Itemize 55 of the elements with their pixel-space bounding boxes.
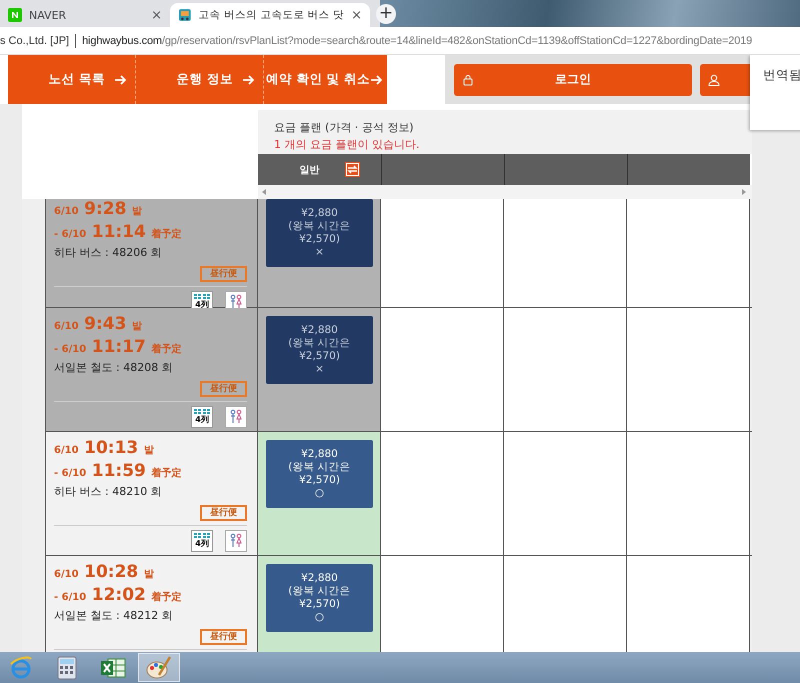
tab-title: NAVER xyxy=(29,8,68,22)
spreadsheet-icon xyxy=(100,656,126,680)
daytime-badge: 昼行便 xyxy=(200,381,247,397)
site-logo-icon xyxy=(8,8,22,22)
arrival-time: - 6/10 12:02 着予定 xyxy=(54,585,182,607)
calculator-icon xyxy=(57,656,77,680)
user-icon xyxy=(708,74,720,86)
operator-text: 히타 버스 : 48206 회 xyxy=(54,245,163,260)
restroom-icon xyxy=(225,530,247,552)
scroll-left-icon[interactable] xyxy=(262,189,267,195)
fare-button[interactable]: ¥2,880 (왕복 시간은 ¥2,570) ○ xyxy=(266,564,373,632)
restroom-icon xyxy=(225,406,247,428)
arrival-time: - 6/10 11:59 着予定 xyxy=(54,461,182,483)
operator-text: 히타 버스 : 48210 회 xyxy=(54,484,163,499)
plan-title: 요금 플랜 (가격 · 공석 정보) xyxy=(274,120,415,135)
new-tab-button[interactable]: + xyxy=(376,4,396,24)
seat-layout-icon: 4列 xyxy=(191,406,213,428)
swap-icon[interactable] xyxy=(344,162,360,177)
arrival-time: - 6/10 11:17 着予定 xyxy=(54,337,182,359)
url-text: highwaybus.com/gp/reservation/rsvPlanList?mode=search&route=14&lineId=482&onStationCd=1139&offStationCd=1227&bordingDate=2019 xyxy=(82,34,752,46)
arrow-icon xyxy=(371,74,383,84)
bus-icon xyxy=(178,8,192,22)
fare-button[interactable]: ¥2,880 (왕복 시간은 ¥2,570) × xyxy=(266,316,373,384)
taskbar-app-button[interactable] xyxy=(138,653,180,682)
nav-link[interactable]: 예약 확인 및 취소 xyxy=(264,55,387,104)
paint-palette-icon xyxy=(146,656,172,680)
seat-layout-icon: 4列 xyxy=(191,530,213,552)
scroll-right-icon[interactable] xyxy=(741,189,746,195)
browser-tab[interactable]: 고속 버스의 고속도로 버스 닷 × xyxy=(170,3,370,27)
departure-time: 6/10 10:28 발 xyxy=(54,562,155,584)
arrival-time: - 6/10 11:14 着予定 xyxy=(54,222,182,244)
login-button[interactable]: 로그인 xyxy=(454,64,692,96)
operator-text: 서일본 철도 : 48212 회 xyxy=(54,608,174,623)
popup-text: 번역됨 xyxy=(763,67,800,82)
fare-button[interactable]: ¥2,880 (왕복 시간은 ¥2,570) ○ xyxy=(266,440,373,508)
address-bar[interactable]: s Co.,Ltd. [JP] highwaybus.com/gp/reservation/rsvPlanList?mode=search&route=14&lineId=482&onStationCd=1139&offStationCd=1227&bordingDate=2019 xyxy=(0,27,800,55)
lock-icon xyxy=(463,74,473,86)
daytime-badge: 昼行便 xyxy=(200,629,247,645)
close-tab-button[interactable]: × xyxy=(151,8,162,22)
plan-count-note: 1 개의 요금 플랜이 있습니다. xyxy=(274,137,420,152)
fare-button[interactable]: ¥2,880 (왕복 시간은 ¥2,570) × xyxy=(266,199,373,267)
daytime-badge: 昼行便 xyxy=(200,505,247,521)
departure-time: 6/10 9:28 발 xyxy=(54,199,143,221)
close-tab-button[interactable]: × xyxy=(351,8,362,22)
departure-time: 6/10 10:13 발 xyxy=(54,438,155,460)
tab-title: 고속 버스의 고속도로 버스 닷 xyxy=(198,8,344,22)
operator-text: 서일본 철도 : 48208 회 xyxy=(54,360,174,375)
departure-time: 6/10 9:43 발 xyxy=(54,314,143,336)
column-title: 일반 xyxy=(300,164,320,176)
arrow-icon xyxy=(115,74,127,84)
browser-icon xyxy=(9,656,33,680)
arrow-icon xyxy=(243,74,255,84)
horizontal-scrollbar[interactable] xyxy=(258,185,752,199)
daytime-badge: 昼行便 xyxy=(200,266,247,282)
site-identity: s Co.,Ltd. [JP] xyxy=(0,34,70,46)
